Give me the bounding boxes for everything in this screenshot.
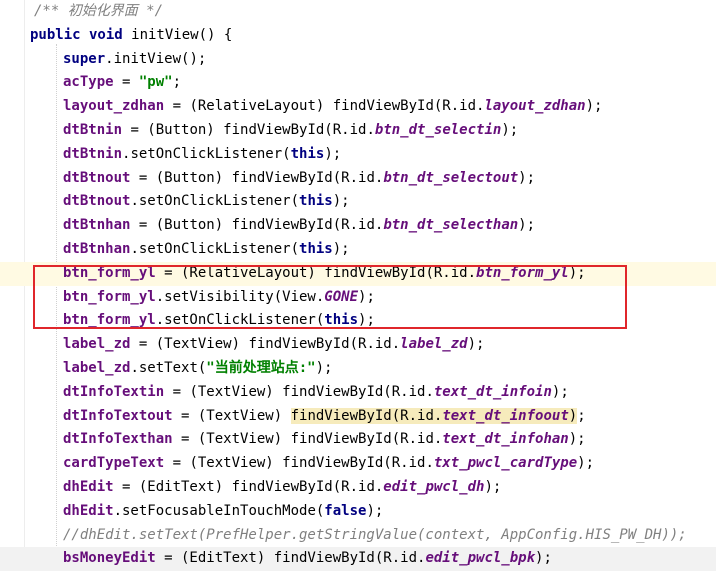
code-token: .initView(); [105, 50, 207, 67]
code-token: initView() { [122, 26, 233, 43]
code-token: dtBtnin [63, 145, 123, 162]
code-token: dhEdit [63, 479, 114, 495]
code-token: label_zd [400, 336, 468, 353]
code-token: dtInfoTexthan [63, 431, 173, 448]
code-token: this [290, 145, 325, 162]
code-token: = (RelativeLayout) findViewById(R.id. [164, 98, 485, 115]
code-token: = (EditText) findViewById(R.id. [113, 479, 384, 495]
code-token: dtBtnhan [63, 217, 131, 234]
code-token: edit_pwcl_bpk [425, 550, 536, 567]
code-line[interactable]: super.initView(); [0, 48, 716, 72]
code-token: ); [501, 122, 519, 138]
code-token: .setOnClickListener( [130, 193, 300, 210]
code-token: //dhEdit.setText(PrefHelper.getStringVal… [63, 526, 687, 543]
code-token: super [63, 50, 106, 67]
code-token: "当前处理站点:" [206, 360, 316, 376]
code-token: label_zd [63, 336, 131, 353]
code-line[interactable]: bsMoneyEdit = (EditText) findViewById(R.… [0, 547, 716, 571]
code-token: ; [172, 74, 182, 91]
code-token: ); [332, 193, 350, 210]
code-line[interactable]: public void initView() { [0, 24, 716, 48]
code-token: ); [467, 336, 485, 353]
code-token: = (Button) findViewById(R.id. [130, 217, 384, 234]
code-token: ); [577, 455, 595, 472]
code-line[interactable]: label_zd = (TextView) findViewById(R.id.… [0, 333, 716, 357]
code-token: ); [518, 169, 536, 186]
code-token: .setText( [130, 360, 207, 376]
code-token: = (Button) findViewById(R.id. [130, 169, 384, 186]
code-token: ); [535, 550, 552, 567]
code-token: txt_pwcl_cardType [433, 455, 578, 472]
code-token: this [299, 241, 333, 257]
code-token: btn_dt_selectin [374, 122, 502, 138]
code-token: edit_pwcl_dh [383, 479, 485, 495]
code-token: bsMoneyEdit [63, 550, 156, 567]
code-token: label_zd [63, 360, 131, 376]
code-line[interactable]: //dhEdit.setText(PrefHelper.getStringVal… [0, 524, 716, 548]
code-line[interactable]: dtInfoTexthan = (TextView) findViewById(… [0, 428, 716, 452]
code-line[interactable]: /** 初始化界面 */ [0, 0, 716, 24]
code-token: ); [568, 431, 586, 448]
code-token: .setOnClickListener( [130, 241, 300, 257]
code-line[interactable]: cardTypeText = (TextView) findViewById(R… [0, 452, 716, 476]
code-token: ); [518, 217, 536, 234]
code-token: btn_dt_selectout [383, 169, 519, 186]
code-editor[interactable]: /** 初始化界面 */public void initView() {supe… [0, 0, 716, 571]
code-token: acType [63, 74, 114, 91]
code-token: text_dt_infohan [442, 431, 569, 448]
code-token: ); [484, 479, 502, 495]
code-token: "pw" [138, 74, 173, 91]
code-token: ); [585, 98, 603, 115]
code-token: ); [332, 241, 350, 257]
code-token: dtBtnout [63, 169, 131, 186]
code-token: dtInfoTextin [63, 383, 165, 400]
code-token: dtBtnhan [63, 241, 131, 257]
code-line[interactable]: dtBtnhan.setOnClickListener(this); [0, 238, 716, 262]
code-line[interactable]: dtBtnin.setOnClickListener(this); [0, 143, 716, 167]
code-token: = (TextView) [172, 407, 291, 424]
code-token: /** 初始化界面 */ [34, 3, 164, 19]
code-token: ); [366, 502, 384, 519]
code-line[interactable]: layout_zdhan = (RelativeLayout) findView… [0, 95, 716, 119]
code-token: ; [577, 407, 586, 424]
code-token: dtInfoTextout [63, 407, 173, 424]
code-line[interactable]: dhEdit = (EditText) findViewById(R.id.ed… [0, 476, 716, 500]
code-token: this [299, 193, 333, 210]
code-token: text_dt_infoout [442, 407, 569, 424]
code-line[interactable]: dtBtnhan = (Button) findViewById(R.id.bt… [0, 214, 716, 238]
code-token: cardTypeText [63, 455, 165, 472]
code-token: btn_dt_selecthan [383, 217, 519, 234]
code-line[interactable]: dtBtnout.setOnClickListener(this); [0, 190, 716, 214]
code-token: layout_zdhan [484, 98, 586, 115]
code-line[interactable]: dtInfoTextout = (TextView) findViewById(… [0, 405, 716, 429]
code-token: = (TextView) findViewById(R.id. [172, 431, 443, 448]
code-token: .setOnClickListener( [122, 145, 291, 162]
code-token: ); [324, 145, 342, 162]
code-token: dtBtnout [63, 193, 131, 210]
code-line[interactable]: label_zd.setText("当前处理站点:"); [0, 357, 716, 381]
code-line[interactable]: dtInfoTextin = (TextView) findViewById(R… [0, 381, 716, 405]
code-token: dhEdit [63, 502, 114, 519]
code-token: = (TextView) findViewById(R.id. [164, 383, 434, 400]
code-token: .setFocusableInTouchMode( [113, 502, 325, 519]
code-token: ) [568, 407, 578, 424]
code-token: = (EditText) findViewById(R.id. [155, 550, 426, 567]
annotation-highlight-box [33, 265, 627, 329]
code-token: layout_zdhan [63, 98, 165, 115]
code-token: public void [30, 26, 123, 43]
code-line[interactable]: acType = "pw"; [0, 71, 716, 95]
code-token: = (TextView) findViewById(R.id. [130, 336, 401, 353]
code-token: false [324, 502, 367, 519]
code-line[interactable]: dtBtnout = (Button) findViewById(R.id.bt… [0, 167, 716, 191]
code-token: = [113, 74, 139, 91]
code-line[interactable]: dhEdit.setFocusableInTouchMode(false); [0, 500, 716, 524]
code-line[interactable]: dtBtnin = (Button) findViewById(R.id.btn… [0, 119, 716, 143]
code-token: = (TextView) findViewById(R.id. [164, 455, 434, 472]
code-token: text_dt_infoin [433, 383, 552, 400]
code-token: ); [551, 383, 569, 400]
code-token: dtBtnin [63, 122, 123, 138]
code-token: = (Button) findViewById(R.id. [122, 122, 375, 138]
code-token: findViewById(R.id. [290, 407, 443, 424]
code-token: ); [315, 360, 333, 376]
